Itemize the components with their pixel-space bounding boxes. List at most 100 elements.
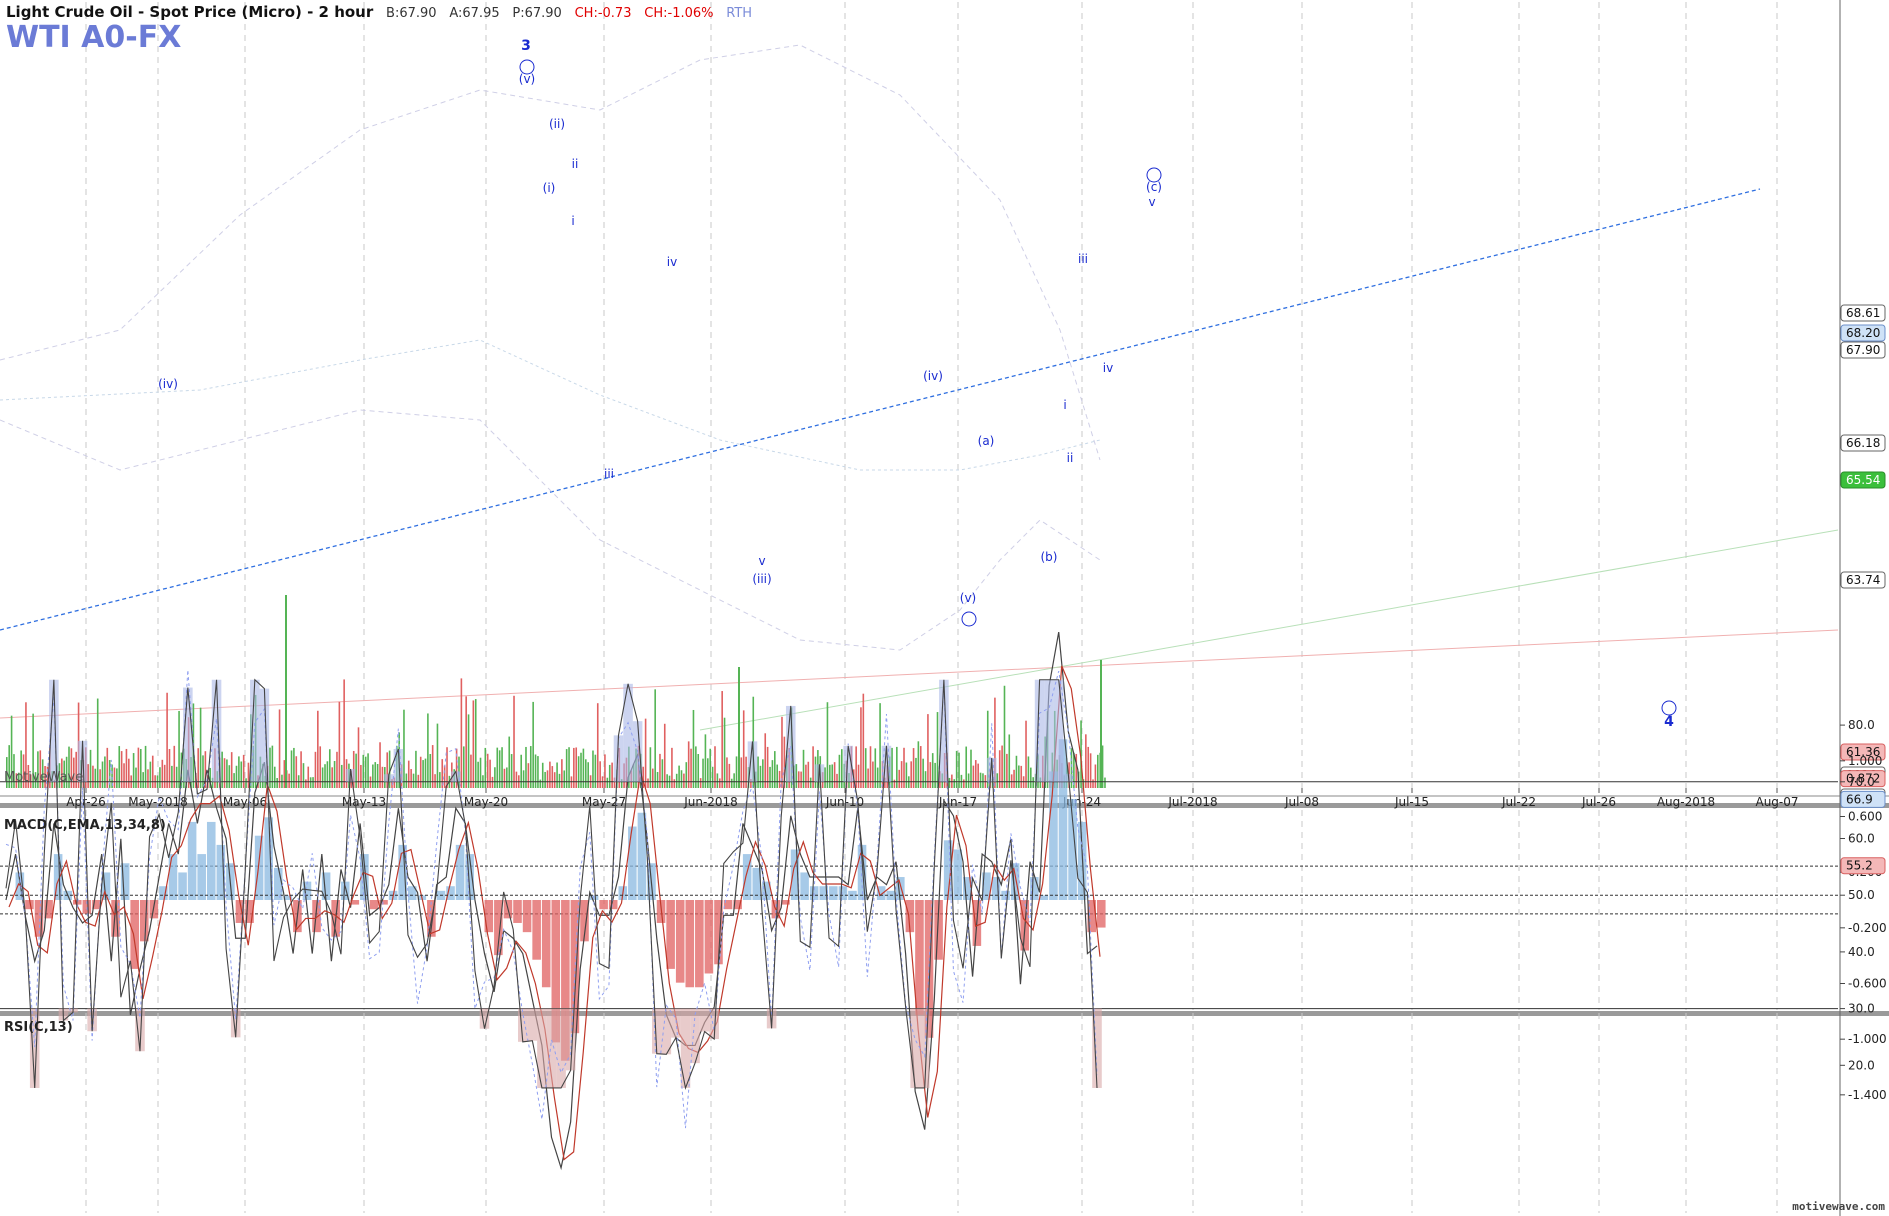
price-badge-label: 65.54 (1846, 473, 1880, 487)
rsi-panel-label[interactable]: RSI(C,13) (4, 1020, 73, 1035)
volume-bar (872, 761, 874, 788)
volume-bar (862, 693, 865, 788)
volume-bar (1032, 777, 1035, 788)
volume-bar (300, 751, 302, 788)
volume-bar (295, 756, 298, 788)
macd-histogram-bar (666, 900, 675, 969)
macd-histogram-bar (369, 900, 379, 910)
volume-bar (135, 767, 137, 788)
wave-label: i (1063, 398, 1066, 412)
volume-bar (364, 756, 367, 788)
price-badge-label: 63.74 (1846, 573, 1880, 587)
volume-bar (175, 766, 178, 788)
rsi-oversold-fill (537, 1008, 547, 1088)
macd-histogram-bar (484, 900, 494, 933)
volume-bar (1104, 777, 1106, 788)
macd-tick-label: 0.600 (1848, 809, 1882, 823)
price-badge-label: 68.20 (1846, 326, 1880, 340)
volume-bar (917, 741, 920, 788)
volume-bar (704, 734, 707, 788)
price-badge-label: 66.18 (1846, 436, 1880, 450)
volume-bar (833, 762, 836, 788)
volume-bar (338, 701, 341, 788)
wave-label: ii (1067, 451, 1074, 465)
volume-bar (685, 762, 688, 788)
volume-bar (305, 779, 307, 788)
rsi-tick-label: 40.0 (1848, 945, 1875, 959)
rsi-tick-label: 30.0 (1848, 1002, 1875, 1016)
volume-bar (958, 752, 960, 788)
macd-histogram-bar (168, 854, 178, 900)
volume-bar (242, 754, 245, 788)
volume-bar (924, 771, 927, 788)
macd-tick-label: -0.600 (1848, 977, 1887, 991)
volume-bar (467, 714, 470, 788)
volume-bar (379, 742, 381, 788)
volume-bar (936, 712, 939, 788)
wave-label: (i) (543, 181, 556, 195)
volume-bar (278, 709, 281, 788)
volume-bar (508, 736, 511, 788)
volume-bar (472, 700, 475, 788)
volume-bar (151, 755, 154, 788)
volume-bar (228, 765, 231, 788)
volume-bar (1085, 734, 1087, 788)
rsi-badge-label: 55.2 (1846, 859, 1873, 873)
wave-label: iii (604, 467, 614, 481)
volume-bar (465, 696, 467, 788)
volume-bar (726, 757, 728, 788)
macd-histogram-bar (675, 900, 685, 983)
volume-bar (608, 764, 611, 788)
time-tick-label: Jul-15 (1394, 795, 1429, 809)
session-badge[interactable]: RTH (726, 6, 752, 21)
volume-bar (1020, 765, 1023, 788)
volume-bar (412, 773, 415, 788)
volume-bar (716, 773, 719, 788)
volume-bar (532, 701, 534, 788)
volume-bar (699, 778, 702, 788)
volume-bar (381, 766, 384, 788)
wave-label: i (571, 214, 574, 228)
volume-bar (594, 754, 597, 788)
macd-tick-label: -1.400 (1848, 1088, 1887, 1102)
volume-bar (807, 761, 810, 788)
macd-histogram-bar (187, 821, 197, 900)
volume-bar (128, 758, 130, 788)
volume-bar (979, 772, 982, 788)
volume-bar (905, 762, 908, 788)
macd-histogram-bar (197, 854, 206, 900)
rsi-oversold-fill (556, 1008, 566, 1088)
wave-label: iv (667, 255, 677, 269)
volume-bar (745, 756, 747, 788)
volume-bar (510, 754, 513, 788)
volume-bar (596, 703, 599, 788)
macd-histogram-bar (206, 821, 216, 900)
volume-bar (927, 714, 929, 788)
macd-histogram-bar (695, 900, 704, 988)
time-tick-label: Apr-26 (66, 795, 106, 809)
symbol-label: WTI A0-FX (6, 20, 182, 55)
volume-bar (659, 753, 661, 788)
volume-bar (178, 710, 180, 788)
volume-bar (584, 759, 587, 788)
instrument-title: Light Crude Oil - Spot Price (Micro) - 2… (6, 3, 374, 21)
volume-bar (929, 762, 932, 788)
volume-bar (826, 702, 829, 788)
volume-bar (424, 758, 427, 788)
volume-bar (479, 757, 482, 788)
volume-bar (561, 759, 563, 788)
volume-bar (998, 750, 1001, 788)
time-tick-label: Jul-2018 (1167, 795, 1217, 809)
volume-bar (977, 763, 979, 788)
volume-bar (104, 756, 106, 788)
volume-bar (1094, 764, 1097, 788)
volume-bar (558, 773, 561, 788)
volume-bar (1018, 765, 1020, 788)
volume-bar (735, 756, 738, 788)
volume-bar (317, 710, 319, 788)
volume-bar (879, 703, 881, 788)
macd-histogram-bar (685, 900, 695, 988)
volume-bar (721, 691, 723, 788)
time-tick-label: Aug-2018 (1657, 795, 1715, 809)
macd-panel-label[interactable]: MACD(C,EMA,13,34,8) (4, 818, 166, 833)
